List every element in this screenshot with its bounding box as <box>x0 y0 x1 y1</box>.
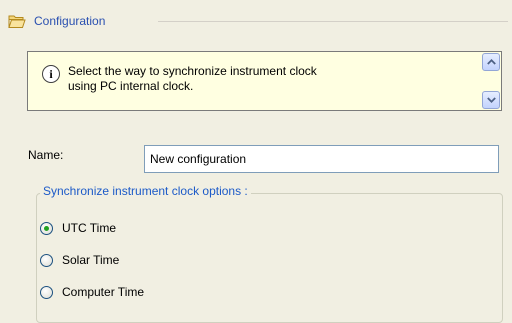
radio-option-solar-time[interactable]: Solar Time <box>40 252 119 268</box>
chevron-down-icon <box>486 97 496 103</box>
info-icon-glyph: i <box>49 67 53 81</box>
info-text: Select the way to synchronize instrument… <box>68 64 468 94</box>
radio-option-computer-time[interactable]: Computer Time <box>40 284 144 300</box>
chevron-up-icon <box>486 59 496 65</box>
radio-label-solar-time[interactable]: Solar Time <box>62 253 119 267</box>
radio-label-utc-time[interactable]: UTC Time <box>62 221 116 235</box>
section-title: Configuration <box>34 14 106 28</box>
scroll-down-button[interactable] <box>482 91 500 109</box>
scroll-up-button[interactable] <box>482 53 500 71</box>
info-icon: i <box>42 65 60 83</box>
radio-button-computer-time[interactable] <box>40 285 53 299</box>
radio-button-utc-time[interactable] <box>40 221 53 235</box>
info-scrollbar[interactable] <box>482 53 500 109</box>
header-divider <box>158 21 508 22</box>
name-input[interactable] <box>144 145 499 173</box>
radio-option-utc-time[interactable]: UTC Time <box>40 220 116 236</box>
section-header: Configuration <box>8 12 508 32</box>
sync-options-legend: Synchronize instrument clock options : <box>40 184 251 198</box>
info-message-box: i Select the way to synchronize instrume… <box>27 51 502 111</box>
info-text-line-2: using PC internal clock. <box>68 79 194 93</box>
name-label: Name: <box>28 148 64 162</box>
info-text-line-1: Select the way to synchronize instrument… <box>68 64 317 78</box>
configuration-panel: Configuration i Select the way to synchr… <box>0 0 512 323</box>
radio-label-computer-time[interactable]: Computer Time <box>62 285 144 299</box>
folder-open-icon <box>8 15 26 28</box>
radio-button-solar-time[interactable] <box>40 253 53 267</box>
